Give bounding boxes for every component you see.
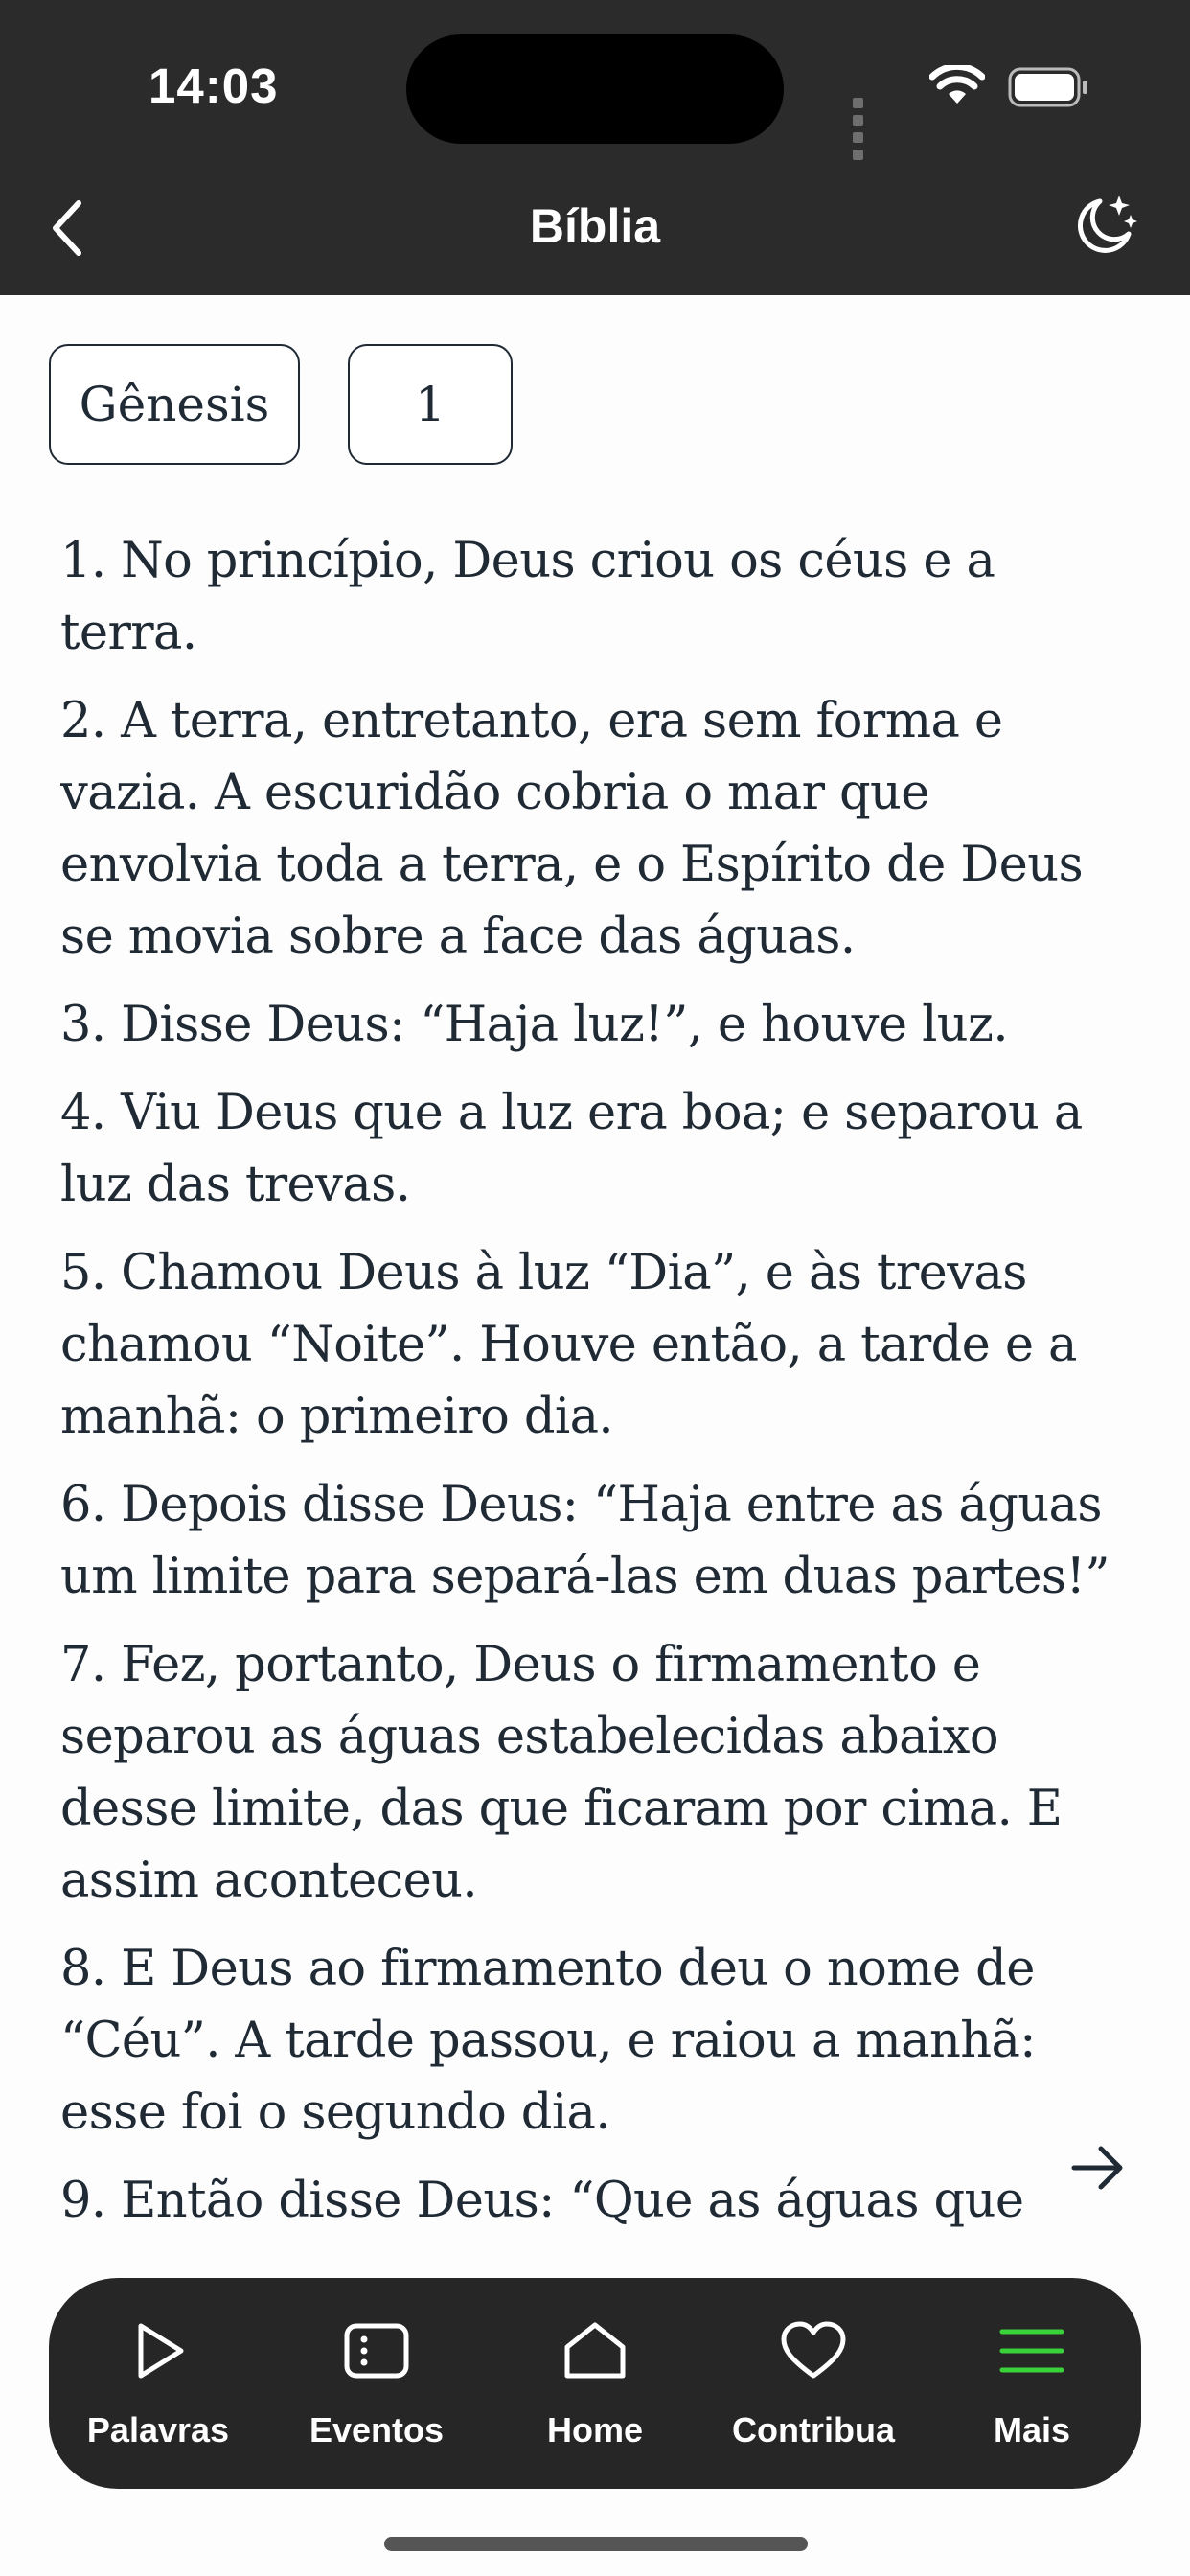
- signal-icon: [853, 96, 868, 165]
- tab-label: Palavras: [86, 2410, 230, 2450]
- tab-palavras[interactable]: Palavras: [49, 2278, 267, 2489]
- chapter-selector[interactable]: 1: [348, 344, 513, 465]
- verse: 5. Chamou Deus à luz “Dia”, e às trevas …: [60, 1245, 1077, 1445]
- tab-contribua[interactable]: Contribua: [704, 2278, 923, 2489]
- verse: 1. No princípio, Deus criou os céus e a …: [60, 533, 995, 661]
- tab-eventos[interactable]: Eventos: [267, 2278, 486, 2489]
- status-time: 14:03: [149, 58, 279, 113]
- app-header: 14:03 Bíblia: [0, 0, 1190, 295]
- page-title: Bíblia: [529, 199, 661, 253]
- verse: 4. Viu Deus que a luz era boa; e separou…: [60, 1085, 1083, 1213]
- battery-icon: [1008, 67, 1087, 107]
- play-icon: [138, 2323, 184, 2379]
- wifi-icon: [929, 65, 985, 104]
- verse-list[interactable]: 1. No princípio, Deus criou os céus e a …: [60, 525, 1133, 2260]
- verse: 9. Então disse Deus: “Que as águas que: [60, 2173, 1024, 2229]
- tab-label: Contribua: [732, 2410, 895, 2450]
- tab-label: Mais: [993, 2410, 1071, 2450]
- bottom-tab-bar: Palavras Eventos Home Contribua Mais: [49, 2278, 1141, 2489]
- tab-label: Eventos: [309, 2410, 445, 2450]
- tab-home[interactable]: Home: [486, 2278, 704, 2489]
- tab-mais[interactable]: Mais: [923, 2278, 1141, 2489]
- verse: 7. Fez, portanto, Deus o firmamento e se…: [60, 1637, 1063, 1909]
- events-icon: [344, 2323, 409, 2379]
- home-icon: [564, 2322, 626, 2379]
- next-chapter-arrow-icon[interactable]: [1070, 2144, 1126, 2192]
- home-indicator[interactable]: [384, 2537, 808, 2551]
- verse: 3. Disse Deus: “Haja luz!”, e houve luz.: [60, 997, 1009, 1053]
- heart-icon: [781, 2321, 846, 2379]
- moon-stars-icon[interactable]: [1071, 192, 1138, 259]
- verse: 8. E Deus ao firmamento deu o nome de “C…: [60, 1941, 1036, 2141]
- menu-icon: [999, 2329, 1064, 2373]
- verse: 2. A terra, entretanto, era sem forma e …: [60, 693, 1084, 965]
- book-selector[interactable]: Gênesis: [49, 344, 300, 465]
- verse: 6. Depois disse Deus: “Haja entre as águ…: [60, 1477, 1110, 1605]
- dynamic-island: [406, 34, 784, 144]
- tab-label: Home: [546, 2410, 644, 2450]
